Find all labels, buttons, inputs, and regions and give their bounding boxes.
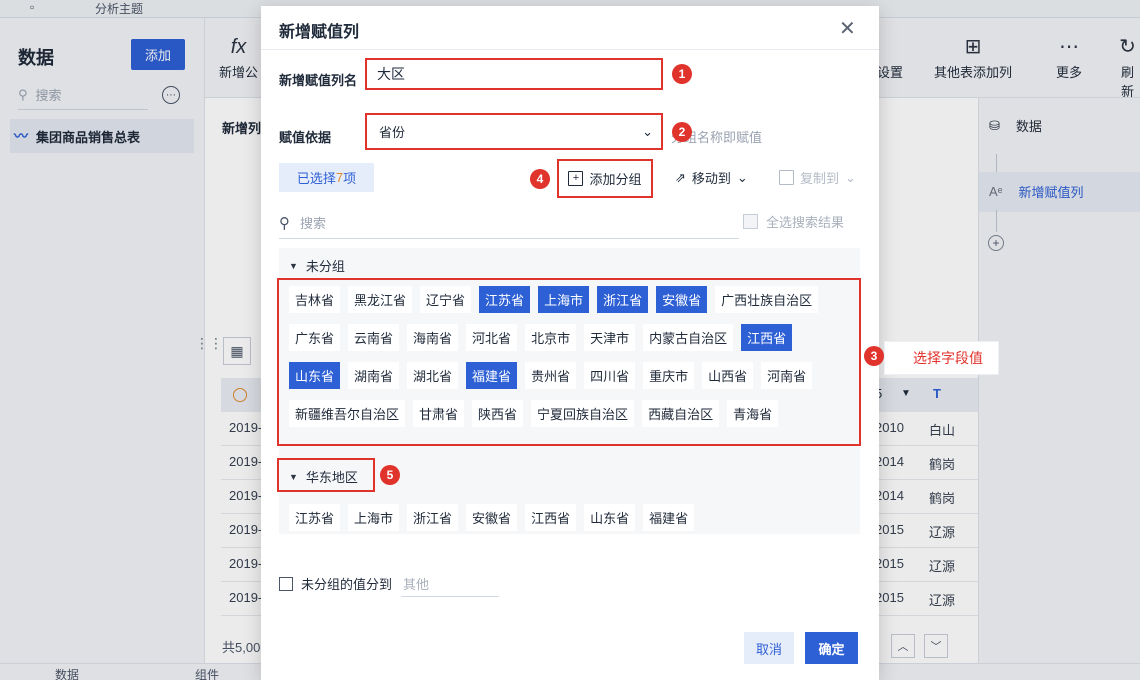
value-tag[interactable]: 山东省 xyxy=(289,362,341,389)
value-tag[interactable]: 海南省 xyxy=(407,324,459,351)
value-tag[interactable]: 贵州省 xyxy=(525,362,577,389)
value-tag[interactable]: 黑龙江省 xyxy=(348,286,413,313)
annotation-badge: 1 xyxy=(672,64,692,84)
value-tag[interactable]: 浙江省 xyxy=(407,504,459,531)
basis-select-value: 省份 xyxy=(379,125,406,140)
checkbox[interactable] xyxy=(279,576,293,591)
value-tag[interactable]: 新疆维吾尔自治区 xyxy=(289,400,406,427)
ungrouped-values-box: 吉林省 黑龙江省 辽宁省 江苏省 上海市 浙江省 安徽省 广西壮族自治区 广东省 云南省 海南省 河北… xyxy=(277,278,861,446)
column-name-label: 新增赋值列名 xyxy=(279,73,358,88)
value-search-input[interactable]: ⚲ 搜索 xyxy=(279,207,739,239)
checkbox[interactable] xyxy=(743,214,758,229)
ungrouped-to-option[interactable]: 未分组的值分到 xyxy=(279,574,392,593)
value-tag[interactable]: 江苏省 xyxy=(479,286,531,313)
add-group-button[interactable]: + 添加分组 xyxy=(557,159,653,198)
annotation-badge: 2 xyxy=(672,122,692,142)
value-tag[interactable]: 宁夏回族自治区 xyxy=(531,400,635,427)
selected-count-chip[interactable]: 已选择 7 项 xyxy=(279,163,374,192)
new-assign-column-dialog: 新增赋值列 ✕ 新增赋值列名 大区 赋值依据 省份 ⌄ 分组名称即赋值 已选择 7… xyxy=(261,6,879,680)
value-tag[interactable]: 福建省 xyxy=(466,362,518,389)
ungrouped-header[interactable]: ▼ 未分组 xyxy=(289,256,345,275)
value-tag[interactable]: 内蒙古自治区 xyxy=(643,324,734,351)
copy-to-button[interactable]: 复制到 ⌄ xyxy=(779,168,856,187)
annotation-callout: 选择字段值 xyxy=(884,341,999,375)
other-value-input[interactable]: 其他 xyxy=(401,571,499,597)
value-tag[interactable]: 江西省 xyxy=(525,504,577,531)
chevron-down-icon: ⌄ xyxy=(642,123,653,139)
value-tag[interactable]: 湖北省 xyxy=(407,362,459,389)
value-tag[interactable]: 天津市 xyxy=(584,324,636,351)
value-tag[interactable]: 陕西省 xyxy=(472,400,524,427)
column-name-input[interactable]: 大区 xyxy=(365,58,663,90)
value-tag-row: 新疆维吾尔自治区 甘肃省 陕西省 宁夏回族自治区 西藏自治区 青海省 xyxy=(289,400,779,427)
value-tag[interactable]: 广东省 xyxy=(289,324,341,351)
value-tag[interactable]: 江西省 xyxy=(741,324,793,351)
callout-text: 选择字段值 xyxy=(913,350,983,366)
add-group-icon: + xyxy=(568,171,584,186)
value-tag[interactable]: 江苏省 xyxy=(289,504,341,531)
move-icon: ⇗ xyxy=(675,169,686,185)
value-tag[interactable]: 上海市 xyxy=(348,504,400,531)
annotation-badge: 3 xyxy=(864,346,884,366)
caret-down-icon: ▼ xyxy=(289,260,298,271)
basis-select[interactable]: 省份 ⌄ xyxy=(365,113,663,150)
search-icon: ⚲ xyxy=(279,214,290,232)
value-tag[interactable]: 四川省 xyxy=(584,362,636,389)
group-east-values: 江苏省 上海市 浙江省 安徽省 江西省 山东省 福建省 xyxy=(289,504,695,531)
value-tag[interactable]: 北京市 xyxy=(525,324,577,351)
basis-label: 赋值依据 xyxy=(279,130,332,145)
cancel-button[interactable]: 取消 xyxy=(744,632,794,664)
value-tag[interactable]: 青海省 xyxy=(727,400,779,427)
value-tag[interactable]: 辽宁省 xyxy=(420,286,472,313)
group-east-title-highlight xyxy=(277,458,375,492)
divider xyxy=(261,49,879,50)
search-placeholder: 搜索 xyxy=(300,216,327,231)
value-tag[interactable]: 甘肃省 xyxy=(413,400,465,427)
value-tag[interactable]: 山西省 xyxy=(702,362,754,389)
annotation-badge: 4 xyxy=(530,169,550,189)
chevron-down-icon: ⌄ xyxy=(845,169,856,185)
value-tag[interactable]: 山东省 xyxy=(584,504,636,531)
value-tag[interactable]: 湖南省 xyxy=(348,362,400,389)
select-all-search-results[interactable]: 全选搜索结果 xyxy=(743,212,844,231)
chevron-down-icon: ⌄ xyxy=(736,169,748,185)
value-tag[interactable]: 安徽省 xyxy=(466,504,518,531)
value-tag[interactable]: 福建省 xyxy=(643,504,695,531)
value-tag[interactable]: 广西壮族自治区 xyxy=(715,286,819,313)
ok-button[interactable]: 确定 xyxy=(805,632,858,664)
value-tag-row: 山东省 湖南省 湖北省 福建省 贵州省 四川省 重庆市 山西省 河南省 xyxy=(289,362,813,389)
value-tag[interactable]: 西藏自治区 xyxy=(642,400,720,427)
value-tag[interactable]: 安徽省 xyxy=(656,286,708,313)
value-tag[interactable]: 河南省 xyxy=(761,362,813,389)
dialog-title: 新增赋值列 xyxy=(279,24,360,41)
copy-icon xyxy=(779,170,794,185)
value-tag[interactable]: 上海市 xyxy=(538,286,590,313)
close-icon[interactable]: ✕ xyxy=(839,16,856,41)
move-to-button[interactable]: ⇗ 移动到 ⌄ xyxy=(675,168,748,187)
value-tag-row: 广东省 云南省 海南省 河北省 北京市 天津市 内蒙古自治区 江西省 xyxy=(289,324,793,351)
value-tag[interactable]: 吉林省 xyxy=(289,286,341,313)
value-tag[interactable]: 重庆市 xyxy=(643,362,695,389)
value-tag[interactable]: 浙江省 xyxy=(597,286,649,313)
value-tag[interactable]: 云南省 xyxy=(348,324,400,351)
annotation-badge: 5 xyxy=(380,465,400,485)
value-tag[interactable]: 河北省 xyxy=(466,324,518,351)
value-tag-row: 吉林省 黑龙江省 辽宁省 江苏省 上海市 浙江省 安徽省 广西壮族自治区 xyxy=(289,286,819,313)
